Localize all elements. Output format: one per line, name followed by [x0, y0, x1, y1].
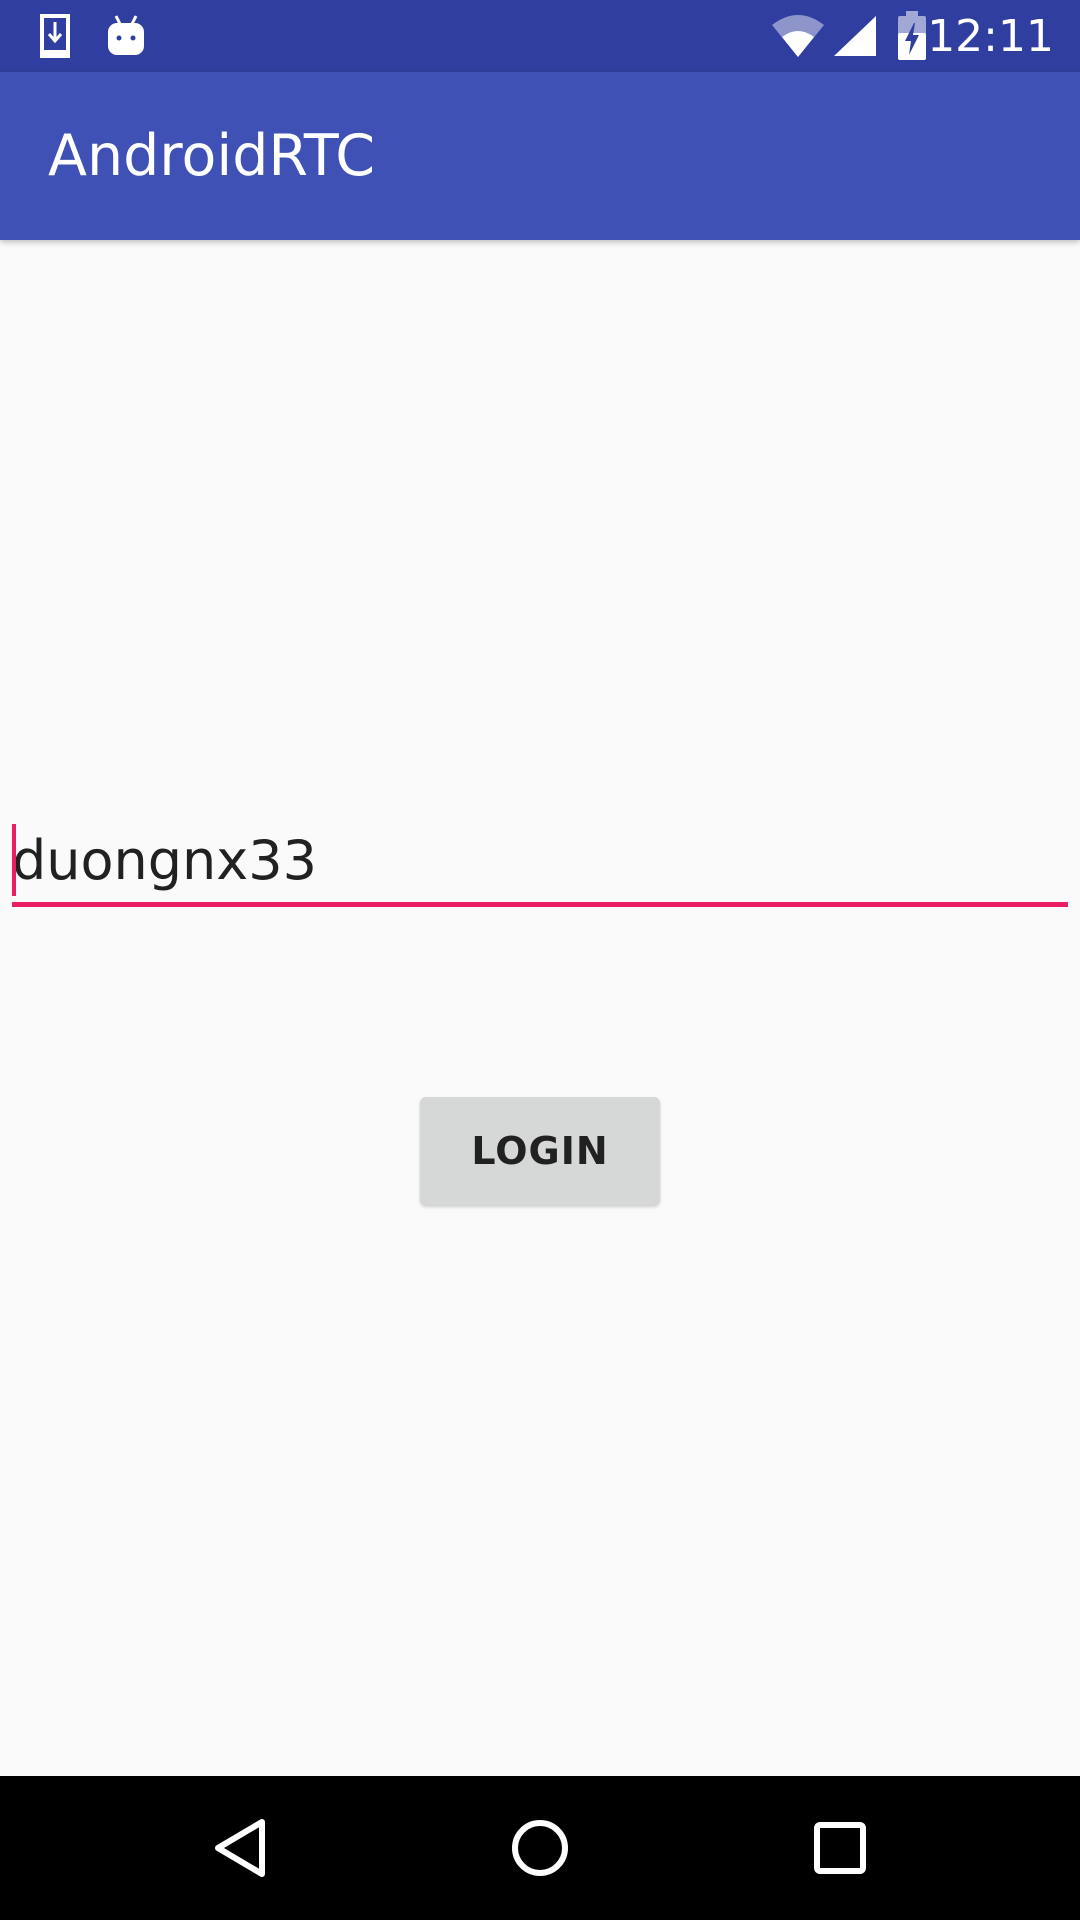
username-field[interactable] [12, 820, 1068, 910]
android-icon [106, 0, 146, 72]
back-icon[interactable] [168, 1776, 312, 1920]
app-bar: AndroidRTC [0, 72, 1080, 240]
login-button[interactable]: LOGIN [420, 1097, 660, 1205]
battery-charging-icon [896, 0, 928, 72]
recents-icon[interactable] [768, 1776, 912, 1920]
home-icon[interactable] [468, 1776, 612, 1920]
username-underline [12, 902, 1068, 907]
status-bar: 12:11 [0, 0, 1080, 72]
wifi-icon [770, 0, 826, 72]
download-icon [36, 0, 74, 72]
signal-icon [832, 0, 878, 72]
status-time: 12:11 [927, 11, 1054, 62]
username-input[interactable] [12, 820, 1068, 902]
app-title: AndroidRTC [48, 123, 376, 189]
text-cursor [12, 824, 16, 896]
login-screen: 12:11 AndroidRTC LOGIN [0, 0, 1080, 1920]
navigation-bar [0, 1776, 1080, 1920]
